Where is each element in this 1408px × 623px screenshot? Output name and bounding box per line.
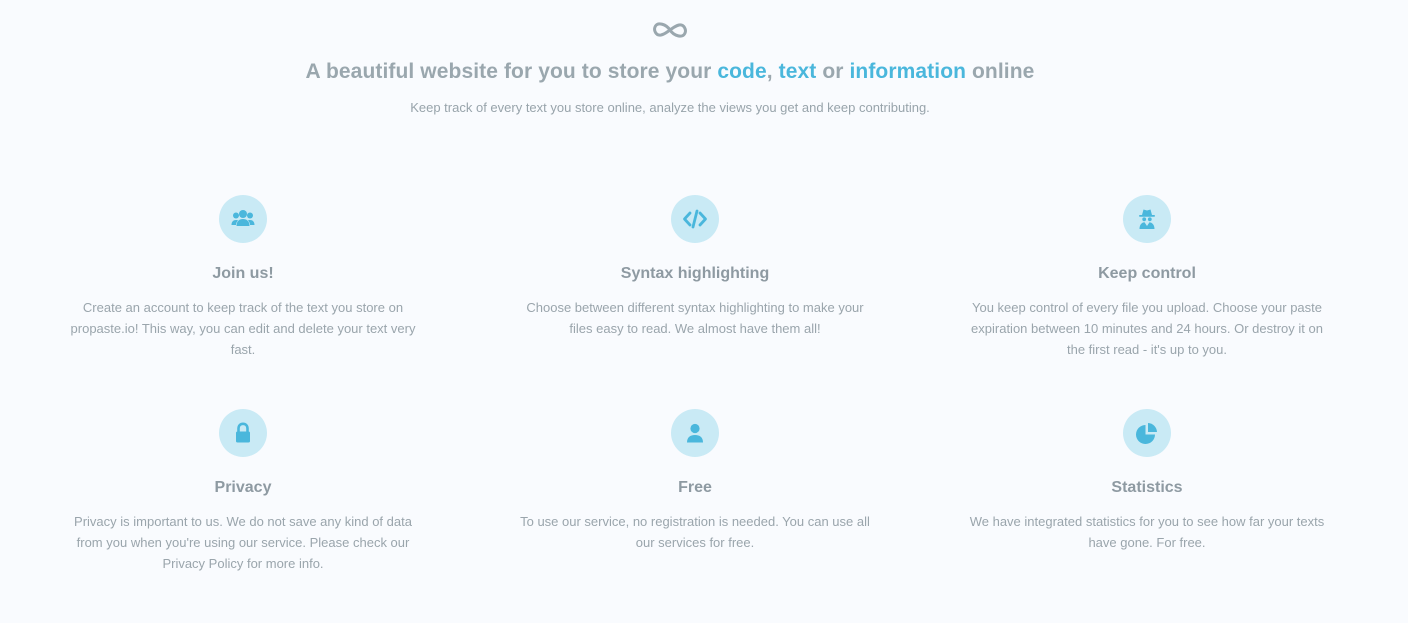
headline-separator: or	[816, 60, 850, 83]
feature-control: Keep control You keep control of every f…	[960, 195, 1334, 409]
features-grid: Join us! Create an account to keep track…	[56, 195, 1334, 623]
feature-description: To use our service, no registration is n…	[520, 514, 870, 550]
infinity-icon	[653, 22, 687, 38]
feature-join: Join us! Create an account to keep track…	[56, 195, 430, 409]
feature-title: Privacy	[214, 479, 272, 496]
feature-free: Free To use our service, no registration…	[456, 409, 934, 623]
pie-chart-icon	[1123, 409, 1171, 457]
feature-description: Choose between different syntax highligh…	[526, 300, 864, 336]
headline-highlight-text: text	[778, 60, 817, 83]
feature-title: Statistics	[1111, 479, 1183, 496]
feature-description: Create an account to keep track of the t…	[70, 300, 416, 357]
spy-icon	[1123, 195, 1171, 243]
feature-privacy: Privacy Privacy is important to us. We d…	[56, 409, 430, 623]
feature-description: You keep control of every file you uploa…	[971, 300, 1323, 357]
page-subtitle: Keep track of every text you store onlin…	[410, 100, 930, 115]
feature-title: Keep control	[1098, 265, 1196, 282]
feature-title: Join us!	[212, 265, 274, 282]
users-icon	[219, 195, 267, 243]
feature-syntax: Syntax highlighting Choose between diffe…	[456, 195, 934, 409]
headline-separator: ,	[766, 60, 779, 83]
lock-icon	[219, 409, 267, 457]
headline-part: A beautiful website for you to store you…	[305, 60, 718, 83]
feature-description: We have integrated statistics for you to…	[969, 514, 1325, 550]
feature-title: Syntax highlighting	[620, 265, 770, 282]
user-icon	[671, 409, 719, 457]
headline-highlight-code: code	[717, 60, 767, 83]
page-title: A beautiful website for you to store you…	[0, 60, 1340, 84]
headline-highlight-information: information	[849, 60, 967, 83]
code-icon	[671, 195, 719, 243]
headline-part: online	[966, 60, 1035, 83]
feature-statistics: Statistics We have integrated statistics…	[960, 409, 1334, 623]
feature-title: Free	[678, 479, 712, 496]
feature-description: Privacy is important to us. We do not sa…	[74, 514, 412, 571]
